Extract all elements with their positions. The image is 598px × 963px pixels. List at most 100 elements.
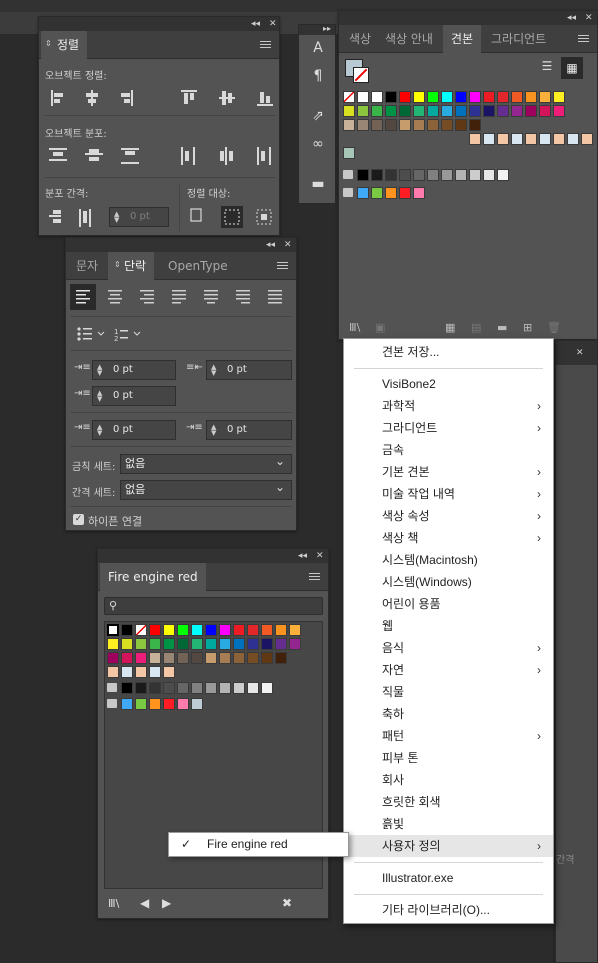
swatch[interactable] xyxy=(441,169,453,181)
swatch[interactable] xyxy=(261,624,273,636)
menu-item[interactable]: VisiBone2 xyxy=(344,373,553,395)
swatch[interactable] xyxy=(135,682,147,694)
swatch[interactable] xyxy=(163,638,175,650)
swatch[interactable] xyxy=(455,105,467,117)
swatch[interactable] xyxy=(163,652,175,664)
tab-swatches[interactable]: 견본 xyxy=(443,25,482,53)
swatch[interactable] xyxy=(289,624,301,636)
swatch[interactable] xyxy=(413,105,425,117)
pattern-swatch[interactable] xyxy=(121,666,133,678)
swatch[interactable] xyxy=(483,105,495,117)
swatch[interactable] xyxy=(219,624,231,636)
swatch[interactable] xyxy=(469,119,481,131)
close-icon[interactable]: ✕ xyxy=(269,18,277,30)
pattern-swatch[interactable] xyxy=(107,666,119,678)
align-to-icons[interactable] xyxy=(189,205,279,229)
comments-icon[interactable]: ▬ xyxy=(307,173,329,195)
align-objects-icons[interactable] xyxy=(47,87,277,109)
panel-menu-icon[interactable] xyxy=(260,41,271,48)
swatch[interactable] xyxy=(399,169,411,181)
close-icon[interactable]: ✕ xyxy=(284,239,292,251)
swatch[interactable] xyxy=(357,105,369,117)
paragraph-alignment-icons[interactable] xyxy=(70,284,294,310)
swatch[interactable] xyxy=(483,91,495,103)
links-icon[interactable]: ∞ xyxy=(307,133,329,155)
swatch[interactable] xyxy=(247,682,259,694)
swatch[interactable] xyxy=(205,624,217,636)
menu-item[interactable]: 시스템(Windows) xyxy=(344,571,553,593)
align-panel-header[interactable]: ◂◂ ✕ xyxy=(39,17,279,31)
swatch[interactable] xyxy=(469,169,481,181)
swatch[interactable] xyxy=(275,624,287,636)
pattern-swatch[interactable] xyxy=(163,666,175,678)
swatch[interactable] xyxy=(413,119,425,131)
menu-item[interactable]: 패턴 › xyxy=(344,725,553,747)
paragraph-styles-icon[interactable]: ¶ xyxy=(307,65,329,87)
libraries-icon[interactable]: Ⅲ\ xyxy=(349,321,360,334)
swatch[interactable] xyxy=(149,638,161,650)
left-indent-field[interactable]: ▲ ▼ 0 pt xyxy=(92,360,176,380)
menu-item[interactable]: 웹 xyxy=(344,615,553,637)
libraries-icon[interactable]: Ⅲ\ xyxy=(108,897,119,910)
pattern-swatch[interactable] xyxy=(553,133,565,145)
swatch[interactable] xyxy=(219,638,231,650)
menu-item[interactable]: 과학적 › xyxy=(344,395,553,417)
swatch[interactable] xyxy=(149,624,161,636)
pattern-swatch[interactable] xyxy=(483,133,495,145)
swatch[interactable] xyxy=(371,105,383,117)
swatch[interactable] xyxy=(371,119,383,131)
swatch[interactable] xyxy=(163,682,175,694)
pattern-swatch[interactable] xyxy=(469,133,481,145)
distribute-spacing-icons[interactable] xyxy=(47,207,107,229)
swatch[interactable] xyxy=(427,91,439,103)
swatch[interactable] xyxy=(413,187,425,199)
swatch[interactable] xyxy=(149,682,161,694)
swatch[interactable] xyxy=(205,652,217,664)
new-swatch-icon[interactable]: ⊞ xyxy=(523,321,532,334)
swatch[interactable] xyxy=(441,105,453,117)
swatch[interactable] xyxy=(163,698,175,710)
swatch[interactable] xyxy=(177,638,189,650)
swatch[interactable] xyxy=(357,119,369,131)
menu-item[interactable]: 사용자 정의 › xyxy=(344,835,553,857)
collapse-icon[interactable]: ◂◂ xyxy=(298,550,307,562)
swatch[interactable] xyxy=(121,652,133,664)
collapse-icon[interactable]: ◂◂ xyxy=(251,18,260,30)
swatch[interactable] xyxy=(247,624,259,636)
tab-library-title[interactable]: Fire engine red xyxy=(100,563,206,591)
menu-item[interactable]: 흐릿한 회색 xyxy=(344,791,553,813)
tab-opentype[interactable]: OpenType xyxy=(160,252,236,280)
swatch[interactable] xyxy=(135,652,147,664)
menu-item[interactable]: 흙빛 xyxy=(344,813,553,835)
swatch[interactable] xyxy=(399,119,411,131)
right-indent-field[interactable]: ▲ ▼ 0 pt xyxy=(206,360,292,380)
swatch[interactable] xyxy=(441,91,453,103)
registration-swatch[interactable] xyxy=(357,91,369,103)
swatch[interactable] xyxy=(553,105,565,117)
swatch[interactable] xyxy=(205,638,217,650)
selected-swatch[interactable] xyxy=(107,624,119,636)
menu-item[interactable]: 그라디언트 › xyxy=(344,417,553,439)
pattern-swatch[interactable] xyxy=(497,133,509,145)
swatch[interactable] xyxy=(469,105,481,117)
swatch[interactable] xyxy=(135,698,147,710)
export-icon[interactable]: ⇗ xyxy=(307,105,329,127)
swatch[interactable] xyxy=(261,682,273,694)
distribute-objects-icons[interactable] xyxy=(47,145,277,167)
panel-menu-icon[interactable] xyxy=(277,262,288,269)
swatch[interactable] xyxy=(357,187,369,199)
previous-library-icon[interactable]: ◀ xyxy=(140,896,149,910)
menu-item[interactable]: Illustrator.exe xyxy=(344,867,553,889)
close-icon[interactable]: ✕ xyxy=(576,347,584,359)
swatch[interactable] xyxy=(191,698,203,710)
submenu-item-fire-engine-red[interactable]: Fire engine red xyxy=(207,833,288,856)
swatch[interactable] xyxy=(553,91,565,103)
swatch[interactable] xyxy=(385,105,397,117)
menu-item[interactable]: 축하 xyxy=(344,703,553,725)
swatch[interactable] xyxy=(191,682,203,694)
swatch[interactable] xyxy=(177,682,189,694)
menu-item[interactable]: 피부 톤 xyxy=(344,747,553,769)
pattern-swatch[interactable] xyxy=(149,666,161,678)
swatch[interactable] xyxy=(497,91,509,103)
menu-item[interactable]: 음식 › xyxy=(344,637,553,659)
